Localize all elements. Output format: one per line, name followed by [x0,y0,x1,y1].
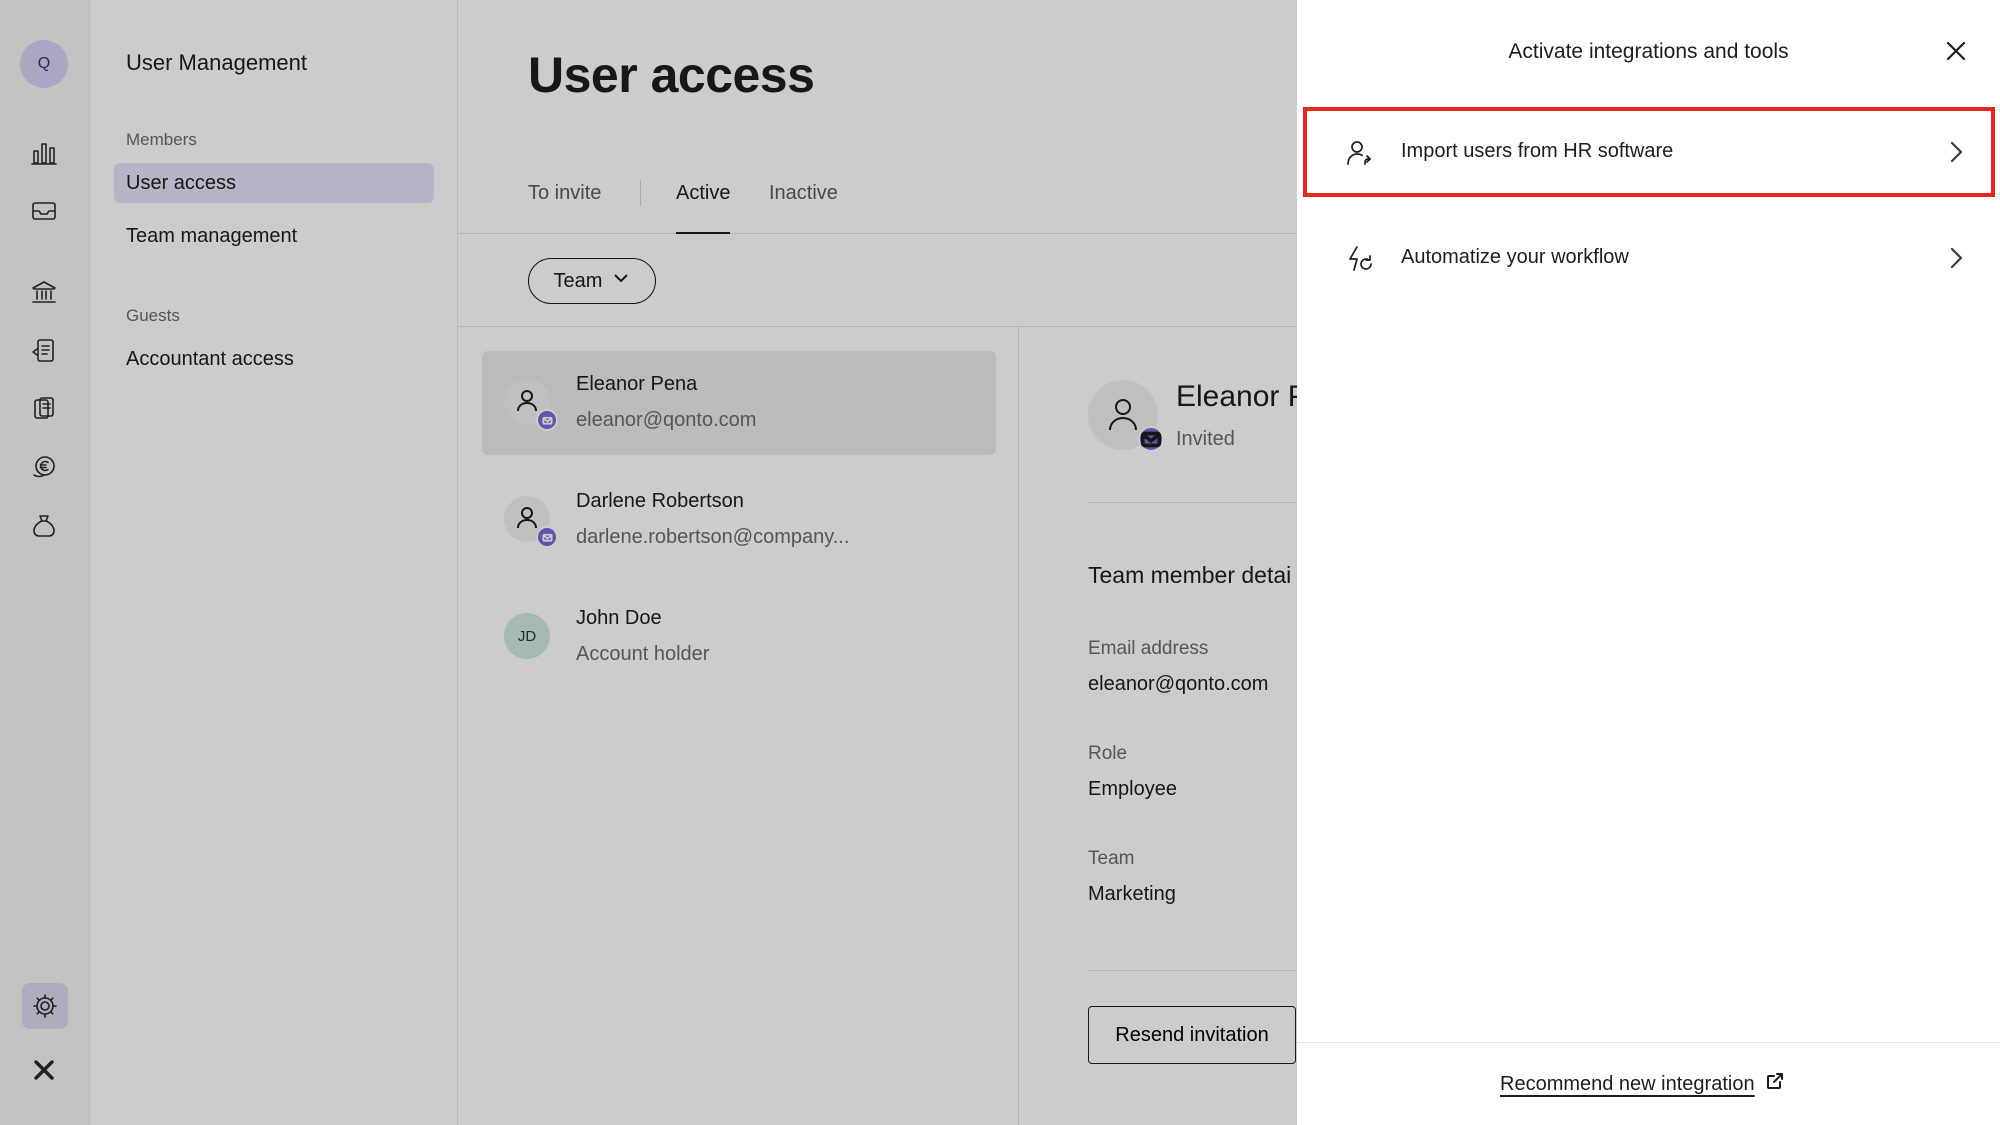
modal-overlay[interactable] [0,0,1297,1125]
drawer-footer: Recommend new integration [1297,1042,2000,1125]
lightning-sync-icon [1345,244,1375,274]
chevron-right-icon [1943,245,1969,271]
recommend-integration-link[interactable]: Recommend new integration [1500,1071,1785,1097]
integration-label: Automatize your workflow [1401,246,1629,268]
integrations-drawer: Activate integrations and tools Import u… [1297,0,2000,1125]
integration-label: Import users from HR software [1401,140,1674,162]
chevron-right-icon [1943,139,1969,165]
external-link-icon [1765,1071,1785,1097]
import-hr-users-item[interactable]: Import users from HR software [1303,107,1995,197]
recommend-link-label: Recommend new integration [1500,1072,1755,1095]
automatize-workflow-item[interactable]: Automatize your workflow [1303,213,1995,303]
close-icon[interactable] [1941,36,1971,66]
drawer-title: Activate integrations and tools [1508,40,1789,63]
person-sync-icon [1345,138,1375,168]
